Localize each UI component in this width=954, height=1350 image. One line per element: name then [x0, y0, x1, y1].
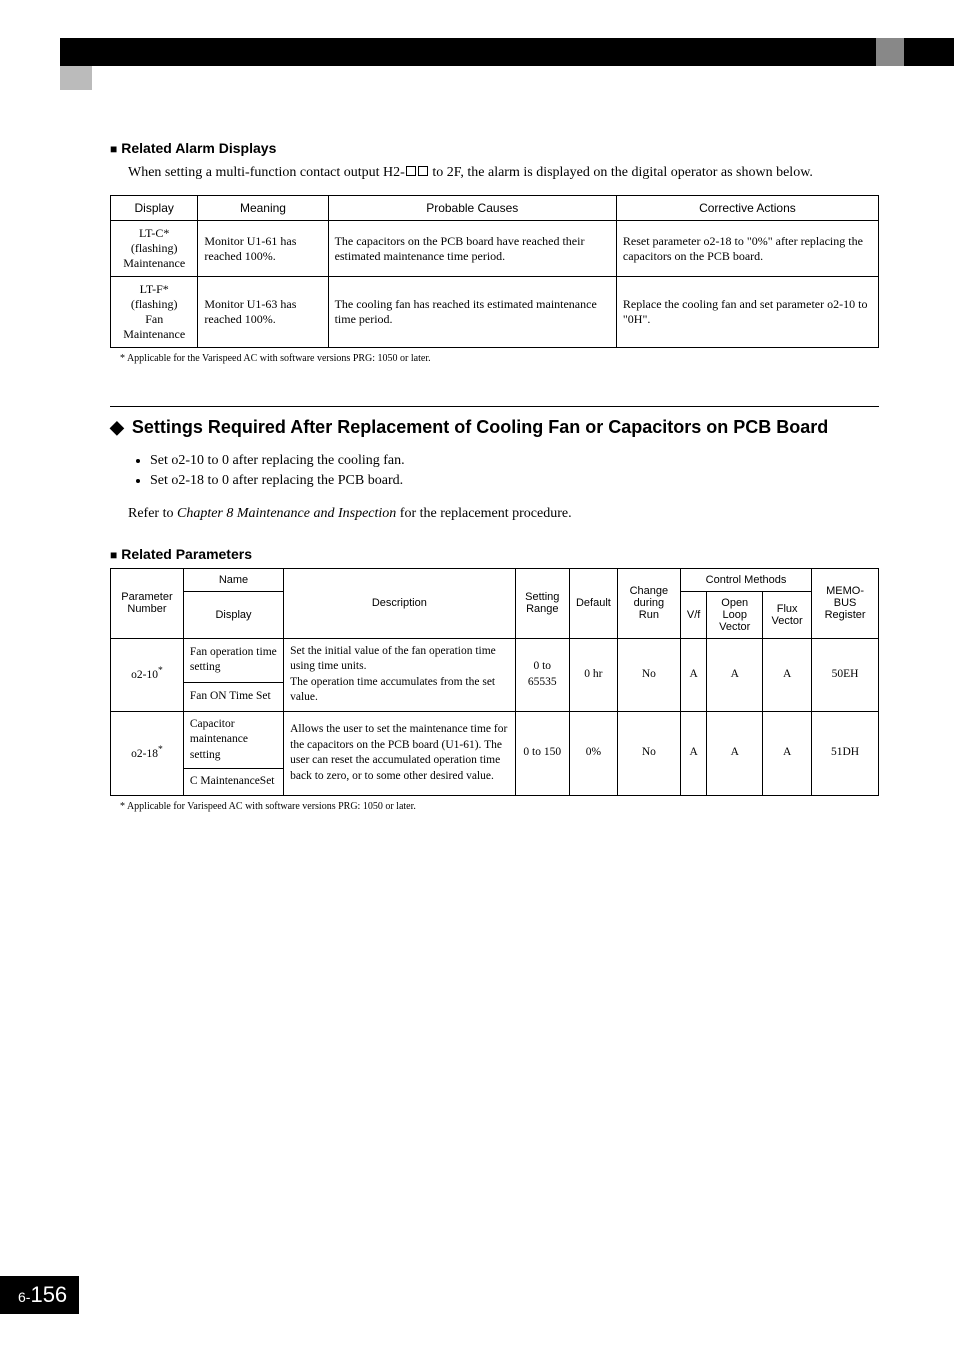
cell-meaning: Monitor U1-61 has reached 100%. [198, 221, 328, 277]
display-l1: LT-F* [140, 282, 169, 296]
cell-display: LT-F* (flashing) Fan Maintenance [111, 277, 198, 348]
intro-b: to 2F, the alarm is displayed on the dig… [429, 165, 813, 180]
page-number: 6-156 [0, 1276, 79, 1314]
param-num: o2-18 [131, 748, 158, 760]
col-olv: Open Loop Vector [707, 591, 763, 638]
list-item: Set o2-10 to 0 after replacing the cooli… [150, 453, 879, 469]
ref-a: Refer to [128, 506, 177, 521]
cell-causes: The cooling fan has reached its estimate… [328, 277, 616, 348]
cell-param: o2-18* [111, 711, 184, 795]
ref-b: for the replacement procedure. [396, 506, 571, 521]
cell-actions: Reset parameter o2-18 to "0%" after repl… [616, 221, 878, 277]
heading-text: Related Parameters [121, 546, 252, 562]
footnote-1: * Applicable for the Varispeed AC with s… [120, 353, 879, 364]
cell-memo: 50EH [812, 638, 879, 711]
ref-text: Refer to Chapter 8 Maintenance and Inspe… [128, 503, 879, 524]
cell-display: Fan ON Time Set [183, 683, 283, 711]
heading-text: Settings Required After Replacement of C… [132, 417, 828, 438]
cell-desc: Allows the user to set the maintenance t… [284, 711, 515, 795]
cell-vf: A [680, 711, 706, 795]
table-row: LT-F* (flashing) Fan Maintenance Monitor… [111, 277, 879, 348]
table-row: LT-C* (flashing) Maintenance Monitor U1-… [111, 221, 879, 277]
heading-text: Related Alarm Displays [121, 140, 276, 156]
heading-related-alarm: ■ Related Alarm Displays [110, 140, 879, 156]
display-l2: (flashing) [131, 241, 178, 255]
section-rule [110, 406, 879, 407]
cell-flux: A [763, 638, 812, 711]
col-name: Name [183, 568, 283, 591]
table-row: o2-18* Capacitor maintenance setting All… [111, 711, 879, 769]
col-desc: Description [284, 568, 515, 638]
cell-range: 0 to 65535 [515, 638, 569, 711]
cell-name: Capacitor maintenance setting [183, 711, 283, 769]
cell-range: 0 to 150 [515, 711, 569, 795]
display-l3: Maintenance [123, 256, 185, 270]
display-l3: Fan Maintenance [123, 312, 185, 341]
cell-change: No [617, 638, 680, 711]
list-item: Set o2-18 to 0 after replacing the PCB b… [150, 473, 879, 489]
cell-param: o2-10* [111, 638, 184, 711]
cell-memo: 51DH [812, 711, 879, 795]
cell-display: LT-C* (flashing) Maintenance [111, 221, 198, 277]
cell-actions: Replace the cooling fan and set paramete… [616, 277, 878, 348]
col-display: Display [183, 591, 283, 638]
alarm-table: Display Meaning Probable Causes Correcti… [110, 195, 879, 348]
cell-default: 0 hr [569, 638, 617, 711]
cell-name: Fan operation time setting [183, 638, 283, 683]
col-meaning: Meaning [198, 196, 328, 221]
param-table: Parameter Number Name Description Settin… [110, 568, 879, 796]
page-content: ■ Related Alarm Displays When setting a m… [110, 140, 879, 812]
header-tab [60, 66, 92, 90]
col-param: Parameter Number [111, 568, 184, 638]
param-num: o2-10 [131, 669, 158, 681]
param-star: * [158, 744, 163, 755]
cell-vf: A [680, 638, 706, 711]
cell-olv: A [707, 711, 763, 795]
cell-flux: A [763, 711, 812, 795]
col-change: Change during Run [617, 568, 680, 638]
ref-italic: Chapter 8 Maintenance and Inspection [177, 506, 396, 521]
col-flux: Flux Vector [763, 591, 812, 638]
placeholder-box-icon [418, 166, 428, 176]
header-accent [876, 38, 904, 66]
page-num-value: 156 [30, 1282, 67, 1307]
col-control: Control Methods [680, 568, 811, 591]
param-star: * [158, 665, 163, 676]
table-header-row: Parameter Number Name Description Settin… [111, 568, 879, 591]
heading-related-params: ■ Related Parameters [110, 546, 879, 562]
cell-olv: A [707, 638, 763, 711]
cell-meaning: Monitor U1-63 has reached 100%. [198, 277, 328, 348]
cell-desc: Set the initial value of the fan operati… [284, 638, 515, 711]
col-display: Display [111, 196, 198, 221]
col-actions: Corrective Actions [616, 196, 878, 221]
cell-display: C MaintenanceSet [183, 769, 283, 796]
cell-causes: The capacitors on the PCB board have rea… [328, 221, 616, 277]
col-memo: MEMO-BUS Register [812, 568, 879, 638]
table-row: o2-10* Fan operation time setting Set th… [111, 638, 879, 683]
col-default: Default [569, 568, 617, 638]
page-prefix: 6- [18, 1289, 30, 1305]
alarm-intro: When setting a multi-function contact ou… [128, 162, 879, 183]
bullet-list: Set o2-10 to 0 after replacing the cooli… [150, 453, 879, 489]
col-vf: V/f [680, 591, 706, 638]
diamond-bullet-icon: ◆ [110, 417, 124, 439]
display-l1: LT-C* [139, 226, 169, 240]
table-header-row: Display Meaning Probable Causes Correcti… [111, 196, 879, 221]
display-l2: (flashing) [131, 297, 178, 311]
header-bar [60, 38, 954, 66]
col-causes: Probable Causes [328, 196, 616, 221]
intro-a: When setting a multi-function contact ou… [128, 165, 405, 180]
col-range: Setting Range [515, 568, 569, 638]
square-bullet-icon: ■ [110, 142, 117, 156]
footnote-2: * Applicable for Varispeed AC with softw… [120, 801, 879, 812]
placeholder-box-icon [406, 166, 416, 176]
square-bullet-icon: ■ [110, 548, 117, 562]
cell-change: No [617, 711, 680, 795]
cell-default: 0% [569, 711, 617, 795]
heading-settings-required: ◆ Settings Required After Replacement of… [110, 417, 879, 439]
